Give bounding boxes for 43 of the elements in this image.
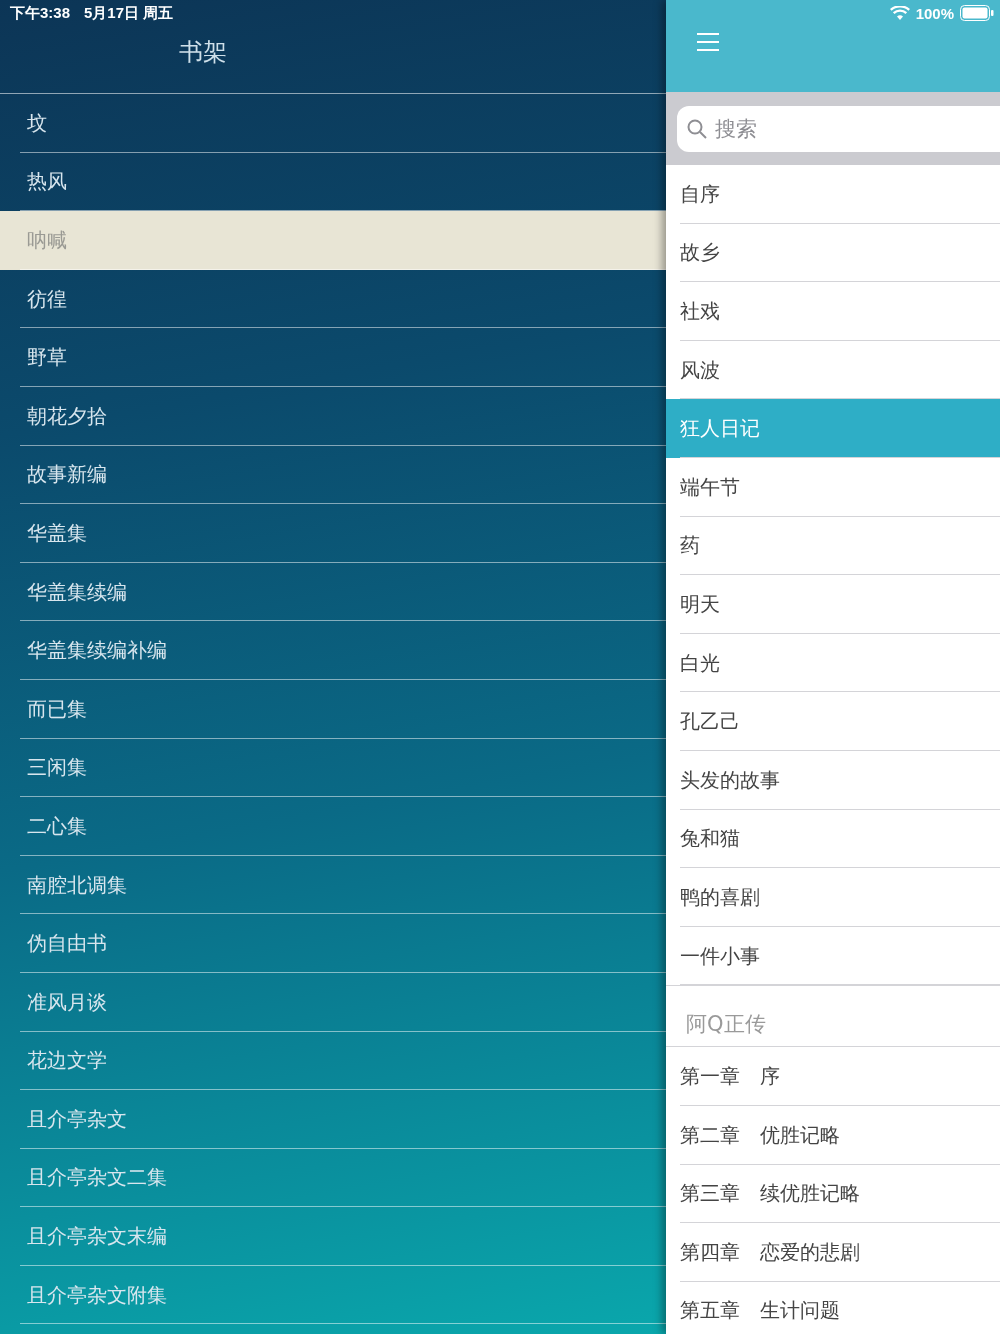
book-item[interactable]: 花边文学: [0, 1031, 666, 1091]
chapter-item[interactable]: 白光: [666, 633, 1000, 693]
chapter-item[interactable]: 明天: [666, 575, 1000, 634]
chapter-item[interactable]: 第一章 序: [666, 1047, 1000, 1106]
chapter-item[interactable]: 社戏: [666, 282, 1000, 341]
book-item[interactable]: 三闲集: [0, 738, 666, 798]
search-field[interactable]: 搜索: [677, 105, 1000, 152]
book-item[interactable]: 而已集: [0, 679, 666, 739]
book-item[interactable]: 彷徨: [0, 269, 666, 329]
chapter-item[interactable]: 第二章 优胜记略: [666, 1105, 1000, 1165]
book-item[interactable]: 准风月谈: [0, 972, 666, 1032]
chapter-item[interactable]: 第四章 恋爱的悲剧: [666, 1223, 1000, 1282]
shelf-title: 书架: [179, 37, 227, 68]
book-item[interactable]: 华盖集: [0, 504, 666, 563]
chapter-item[interactable]: 孔乙己: [666, 692, 1000, 751]
status-date: 5月17日 周五: [84, 3, 174, 23]
chapter-item[interactable]: 兔和猫: [666, 809, 1000, 869]
chapter-item[interactable]: 端午节: [666, 457, 1000, 517]
chapter-item[interactable]: 第三章 续优胜记略: [666, 1164, 1000, 1224]
chapter-item[interactable]: 一件小事: [666, 926, 1000, 986]
book-item[interactable]: 华盖集续编: [0, 562, 666, 622]
chapter-item[interactable]: 故乡: [666, 223, 1000, 283]
battery-icon: [960, 5, 994, 21]
chapter-item[interactable]: 头发的故事: [666, 750, 1000, 810]
book-item[interactable]: 南腔北调集: [0, 855, 666, 915]
book-item[interactable]: 坟: [0, 94, 666, 153]
status-time: 下午3:38: [10, 3, 71, 23]
book-item[interactable]: 伪自由书: [0, 914, 666, 973]
book-item[interactable]: 二心集: [0, 797, 666, 856]
chapter-item[interactable]: 风波: [666, 340, 1000, 400]
chapter-item[interactable]: 药: [666, 516, 1000, 576]
book-item[interactable]: 故事新编: [0, 445, 666, 505]
menu-button[interactable]: [696, 32, 720, 52]
book-item[interactable]: 热风: [0, 152, 666, 212]
chapter-item[interactable]: 鸭的喜剧: [666, 868, 1000, 927]
chapter-item[interactable]: 自序: [666, 165, 1000, 224]
battery-percent: 100%: [915, 4, 954, 22]
wifi-icon: [889, 5, 910, 21]
menu-icon: [696, 32, 720, 52]
section-header: 阿Q正传: [686, 1011, 766, 1039]
book-item[interactable]: 朝花夕拾: [0, 386, 666, 446]
book-item[interactable]: 华盖集续编补编: [0, 621, 666, 680]
book-item[interactable]: 野草: [0, 328, 666, 387]
